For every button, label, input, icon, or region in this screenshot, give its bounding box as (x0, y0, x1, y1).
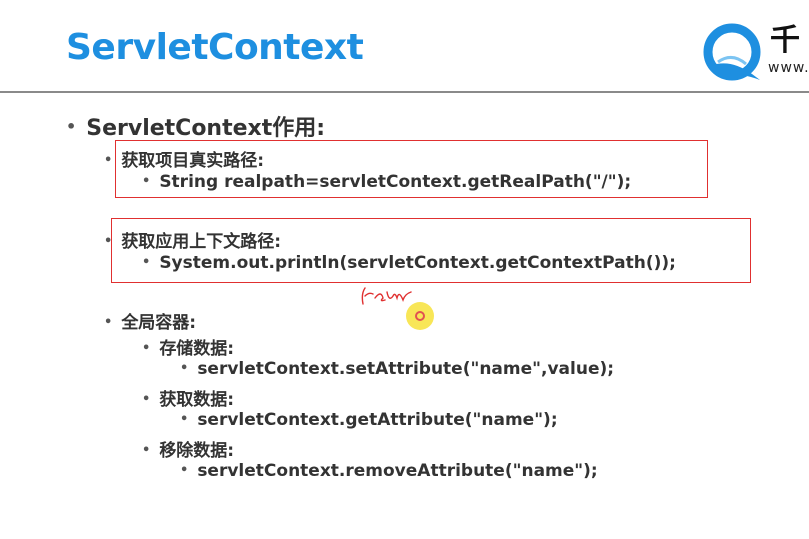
section-label: 全局容器: (121, 313, 197, 333)
bullet-dot: • (142, 443, 151, 458)
bullet-dot: • (142, 392, 151, 407)
code-line: • servletContext.setAttribute("name",valu… (180, 359, 614, 379)
subsection-store: • 存储数据: (142, 334, 234, 359)
code-text: servletContext.setAttribute("name",value… (197, 359, 615, 379)
section-global-container: • 全局容器: (104, 308, 196, 333)
code-line: • servletContext.getAttribute("name"); (180, 410, 558, 430)
brand-logo: 千 www. (700, 22, 809, 84)
bullet-dot: • (66, 117, 77, 136)
cursor-highlight (406, 302, 434, 330)
subsection-label: 存储数据: (159, 339, 235, 359)
highlight-box-real-path (115, 140, 708, 198)
code-text: servletContext.getAttribute("name"); (197, 410, 558, 430)
title-divider (0, 91, 809, 93)
bullet-dot: • (104, 315, 113, 330)
bullet-dot: • (180, 412, 189, 427)
code-line: • servletContext.removeAttribute("name"); (180, 461, 598, 481)
bullet-dot: • (180, 361, 189, 376)
main-heading: ServletContext作用: (86, 116, 326, 141)
bullet-dot: • (142, 341, 151, 356)
cursor-pointer-icon (415, 311, 425, 321)
main-bullet: • ServletContext作用: (66, 110, 325, 142)
subsection-label: 移除数据: (159, 441, 235, 461)
highlight-box-context-path (111, 218, 751, 283)
q-logo-icon (703, 23, 761, 81)
subsection-remove: • 移除数据: (142, 436, 234, 461)
logo-url: www. (768, 60, 809, 76)
logo-text: 千 (770, 23, 800, 58)
code-text: servletContext.removeAttribute("name"); (197, 461, 598, 481)
bullet-dot: • (180, 463, 189, 478)
slide-title: ServletContext (66, 27, 364, 68)
subsection-get: • 获取数据: (142, 385, 234, 410)
subsection-label: 获取数据: (159, 390, 235, 410)
bullet-dot: • (104, 153, 113, 168)
slide: ServletContext 千 www. • ServletContext作用:… (0, 0, 809, 539)
